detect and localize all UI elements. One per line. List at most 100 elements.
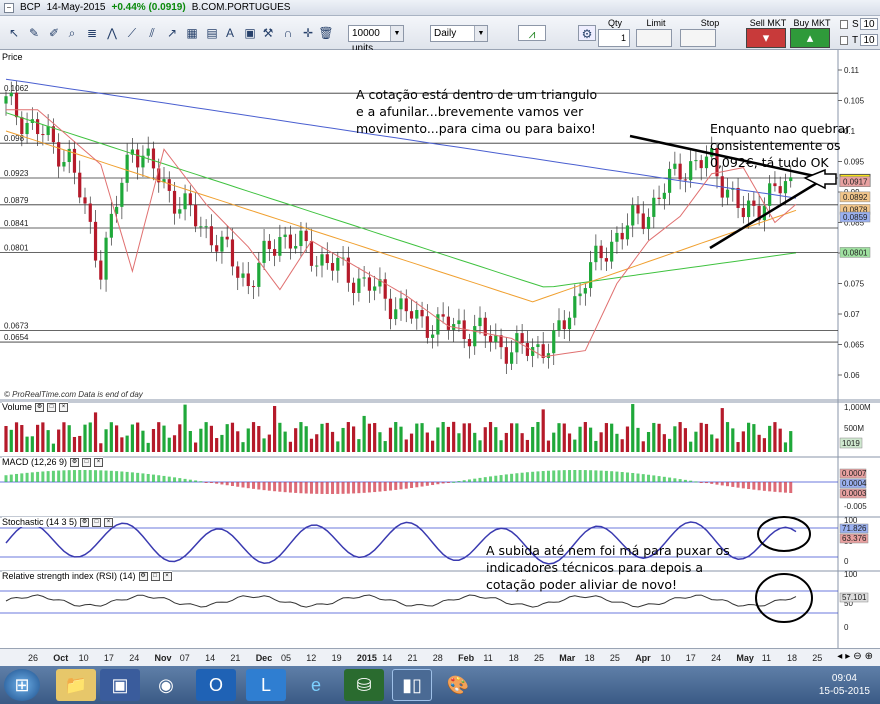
- volume-bar: [41, 422, 45, 452]
- date-axis-label: 05: [281, 653, 292, 663]
- macd-histogram-bar: [441, 482, 445, 484]
- macd-histogram-bar: [299, 482, 303, 494]
- hammer-icon[interactable]: ⚒: [260, 25, 276, 41]
- chrome-icon[interactable]: ◉: [146, 669, 186, 701]
- qty-input[interactable]: 1: [598, 29, 630, 47]
- text-icon[interactable]: A: [222, 25, 238, 41]
- fibonacci-icon[interactable]: ≣: [84, 25, 100, 41]
- app-icon[interactable]: ⛁: [344, 669, 384, 701]
- macd-histogram-bar: [94, 470, 98, 482]
- maximize-icon[interactable]: □: [150, 571, 160, 581]
- macd-histogram-bar: [436, 482, 440, 485]
- candle: [199, 226, 203, 228]
- wrench-icon[interactable]: ⚙: [80, 517, 90, 527]
- volume-bar: [183, 404, 187, 452]
- ruler-icon[interactable]: ✎: [26, 25, 42, 41]
- candle: [262, 240, 266, 263]
- close-icon[interactable]: ×: [162, 571, 172, 581]
- ie-icon[interactable]: e: [296, 669, 336, 701]
- macd-histogram-bar: [541, 471, 545, 482]
- outlook-icon[interactable]: O: [196, 669, 236, 701]
- s-checkbox[interactable]: [840, 20, 848, 29]
- annotation-line: consistentemente os: [710, 138, 841, 153]
- candle: [562, 320, 566, 330]
- macd-histogram-bar: [288, 482, 292, 493]
- grid-icon[interactable]: ▦: [184, 25, 200, 41]
- candle: [336, 257, 340, 271]
- volume-bar: [457, 433, 461, 452]
- prorealtime-icon[interactable]: ▮▯: [392, 669, 432, 701]
- crosshair-icon[interactable]: ✛: [300, 25, 316, 41]
- macd-histogram-bar: [420, 482, 424, 487]
- note-icon[interactable]: ▣: [242, 25, 258, 41]
- volume-bar: [130, 424, 134, 452]
- candle: [9, 92, 13, 97]
- wrench-icon[interactable]: ⚙: [70, 457, 80, 467]
- t-input[interactable]: 10: [860, 34, 878, 46]
- macd-histogram-bar: [467, 479, 471, 482]
- pointer-icon[interactable]: ↖: [6, 25, 22, 41]
- t-checkbox[interactable]: [840, 36, 848, 45]
- channel-icon[interactable]: ⫽: [144, 25, 160, 41]
- macd-histogram-bar: [167, 476, 171, 482]
- macd-histogram-bar: [683, 479, 687, 482]
- volume-bar: [341, 427, 345, 452]
- date-axis-label: Mar: [559, 653, 576, 663]
- chart-type-icon[interactable]: ⩘: [518, 25, 546, 41]
- pattern-icon[interactable]: ⋀: [104, 25, 120, 41]
- candle: [557, 320, 561, 331]
- volume-bar: [736, 442, 740, 452]
- candle: [536, 344, 540, 348]
- arrow-annotation: [803, 168, 837, 190]
- maximize-icon[interactable]: □: [47, 402, 57, 412]
- macd-histogram-bar: [778, 482, 782, 493]
- layers-icon[interactable]: ▤: [204, 25, 220, 41]
- macd-histogram-bar: [536, 471, 540, 482]
- terminal-icon[interactable]: ▣: [100, 669, 140, 701]
- explorer-icon[interactable]: 📁: [56, 669, 96, 701]
- period-select[interactable]: Daily ▼: [430, 25, 488, 42]
- candle: [20, 117, 24, 135]
- zoom-icon[interactable]: ⌕: [64, 25, 80, 41]
- buy-mkt-button[interactable]: ▴: [790, 28, 830, 48]
- price-side-tag-label: 0.0859: [843, 213, 868, 222]
- maximize-icon[interactable]: □: [92, 517, 102, 527]
- wrench-icon[interactable]: ⚙: [35, 402, 45, 412]
- zoom-controls[interactable]: ◂▸⊖⊕: [837, 651, 876, 662]
- wrench-icon[interactable]: ⚙: [138, 571, 148, 581]
- wrench-icon[interactable]: ⚙: [578, 25, 596, 41]
- units-select[interactable]: 10000 units ▼: [348, 25, 404, 54]
- macd-histogram-bar: [130, 472, 134, 482]
- lync-icon[interactable]: L: [246, 669, 286, 701]
- macd-histogram-bar: [115, 471, 119, 482]
- macd-histogram-bar: [415, 482, 419, 488]
- paint-icon[interactable]: 🎨: [438, 669, 478, 701]
- candle: [504, 347, 508, 364]
- chart-area[interactable]: 0.110.1050.10.0950.090.0850.080.0750.070…: [0, 50, 880, 648]
- close-icon[interactable]: ×: [94, 457, 104, 467]
- volume-bar: [294, 428, 298, 452]
- macd-histogram-bar: [57, 470, 61, 482]
- macd-histogram-bar: [520, 472, 524, 482]
- magnet-icon[interactable]: ∩: [280, 25, 296, 41]
- stoch-axis-label: 0: [844, 557, 849, 566]
- macd-histogram-bar: [578, 470, 582, 482]
- start-button[interactable]: ⊞: [4, 669, 40, 701]
- maximize-icon[interactable]: □: [82, 457, 92, 467]
- stop-button[interactable]: [680, 29, 716, 47]
- close-icon[interactable]: ×: [59, 402, 69, 412]
- trash-icon[interactable]: 🗑: [318, 25, 334, 41]
- candle: [441, 314, 445, 317]
- s-input[interactable]: 10: [860, 18, 878, 30]
- sell-mkt-button[interactable]: ▾: [746, 28, 786, 48]
- minimize-icon[interactable]: –: [4, 2, 14, 13]
- trendline-icon[interactable]: ⟋: [124, 25, 140, 41]
- volume-bar: [467, 423, 472, 452]
- pencil-icon[interactable]: ✐: [46, 25, 62, 41]
- candle: [251, 286, 256, 288]
- arrow-line-icon[interactable]: ↗: [164, 25, 180, 41]
- limit-button[interactable]: [636, 29, 672, 47]
- close-icon[interactable]: ×: [104, 517, 114, 527]
- volume-bar: [520, 433, 524, 452]
- volume-bar: [704, 423, 709, 452]
